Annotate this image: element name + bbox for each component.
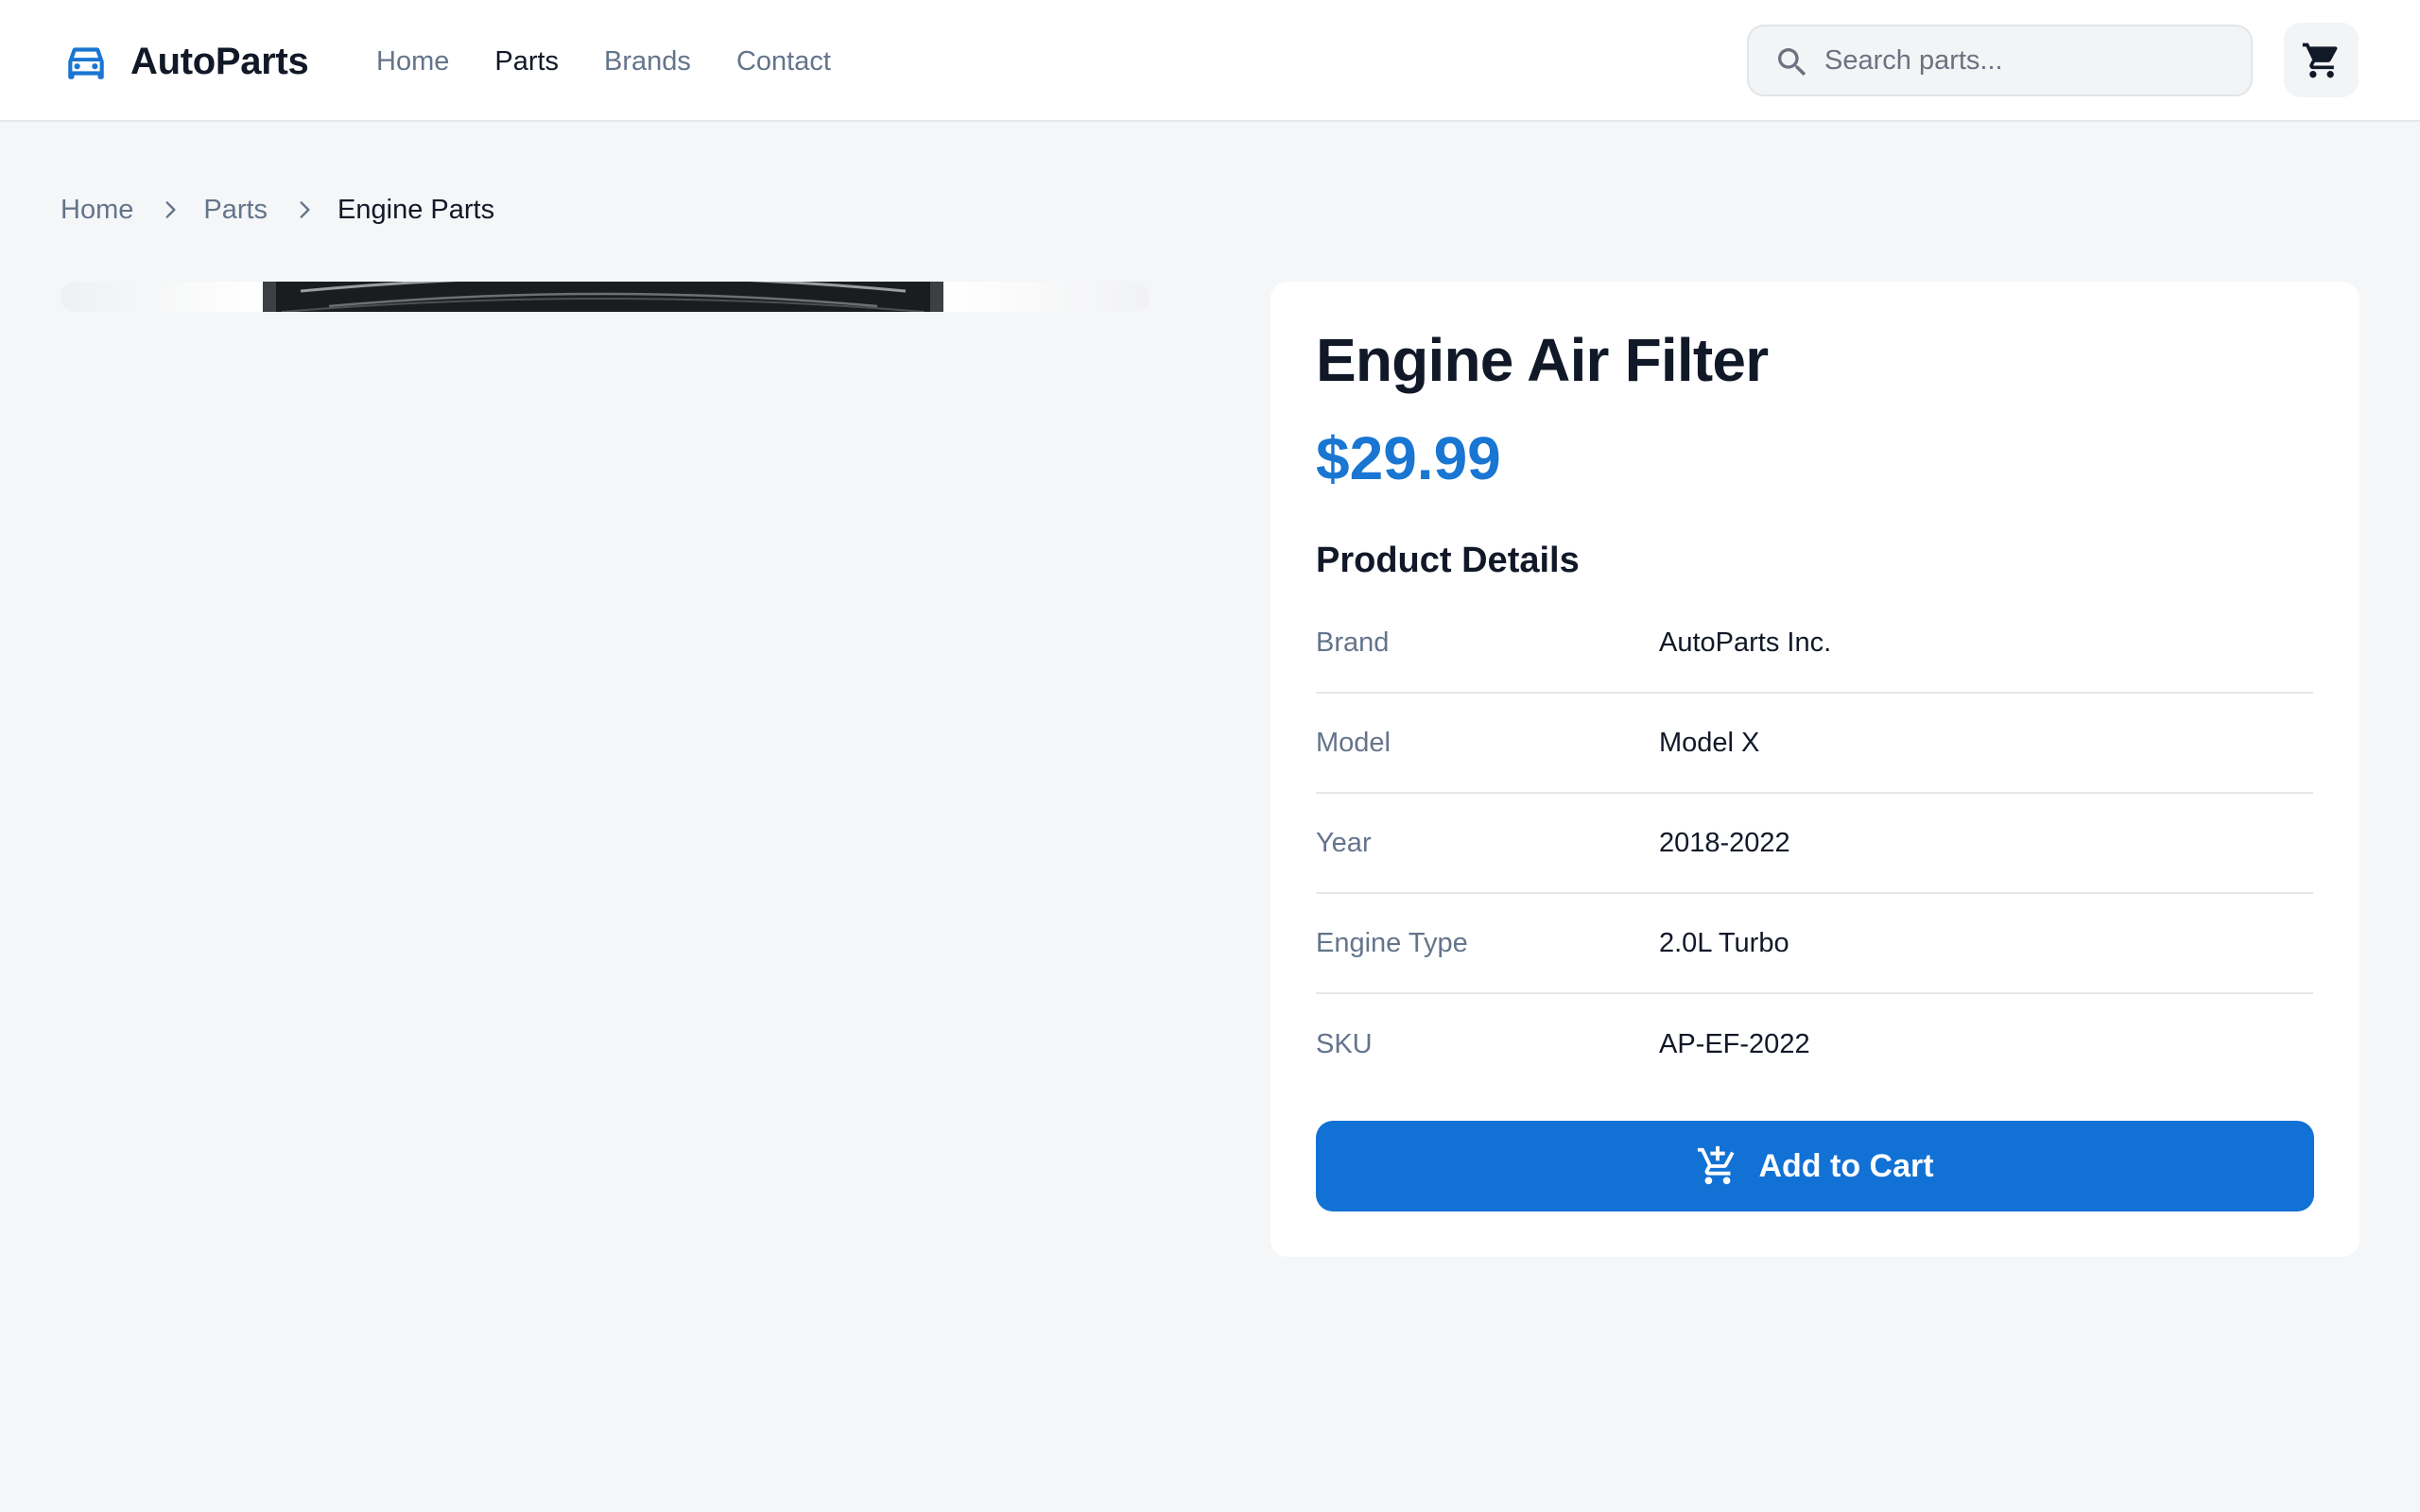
search-input[interactable] xyxy=(1824,26,2231,94)
product-image xyxy=(263,282,943,312)
top-header: AutoParts Home Parts Brands Contact xyxy=(0,0,2420,122)
details-heading: Product Details xyxy=(1316,541,1580,580)
spec-label: SKU xyxy=(1316,1028,1373,1059)
brand-logo[interactable]: AutoParts xyxy=(62,38,309,85)
nav-item-brands[interactable]: Brands xyxy=(604,46,691,77)
spec-row-brand: Brand AutoParts Inc. xyxy=(1316,593,2313,694)
spec-label: Brand xyxy=(1316,627,1390,658)
car-icon xyxy=(68,47,104,79)
product-price: $29.99 xyxy=(1316,424,1501,492)
nav-item-home[interactable]: Home xyxy=(376,46,449,77)
image-background xyxy=(60,282,263,312)
cart-button[interactable] xyxy=(2284,23,2359,97)
air-filter-image xyxy=(263,282,943,312)
product-image-card xyxy=(60,282,1150,312)
spec-label: Engine Type xyxy=(1316,927,1468,958)
spec-value: 2.0L Turbo xyxy=(1659,927,1789,958)
spec-label: Year xyxy=(1316,827,1372,858)
breadcrumb: Home Parts Engine Parts xyxy=(60,189,494,231)
breadcrumb-parts[interactable]: Parts xyxy=(203,195,268,226)
spec-value: AP-EF-2022 xyxy=(1659,1028,1810,1059)
search-icon xyxy=(1778,48,1806,77)
chevron-right-icon xyxy=(300,201,310,218)
spec-row-sku: SKU AP-EF-2022 xyxy=(1316,994,2313,1094)
spec-value: 2018-2022 xyxy=(1659,827,1790,858)
breadcrumb-home[interactable]: Home xyxy=(60,195,133,226)
spec-label: Model xyxy=(1316,727,1391,758)
add-shopping-cart-icon xyxy=(1698,1145,1736,1185)
add-to-cart-button[interactable]: Add to Cart xyxy=(1316,1121,2314,1211)
spec-row-model: Model Model X xyxy=(1316,694,2313,794)
brand-name: AutoParts xyxy=(130,40,309,82)
chevron-right-icon xyxy=(165,201,176,218)
main-nav: Home Parts Brands Contact xyxy=(376,38,876,85)
product-details-card: Engine Air Filter $29.99 Product Details… xyxy=(1270,282,2360,1257)
spec-row-engine-type: Engine Type 2.0L Turbo xyxy=(1316,894,2313,994)
breadcrumb-current: Engine Parts xyxy=(337,194,495,225)
search-box xyxy=(1747,25,2253,96)
add-to-cart-label: Add to Cart xyxy=(1758,1147,1934,1184)
spec-value: AutoParts Inc. xyxy=(1659,627,1832,658)
nav-item-contact[interactable]: Contact xyxy=(736,46,831,77)
image-background xyxy=(943,282,1150,312)
product-title: Engine Air Filter xyxy=(1316,326,1769,394)
nav-item-parts[interactable]: Parts xyxy=(494,46,559,77)
cart-icon xyxy=(2302,43,2338,77)
spec-row-year: Year 2018-2022 xyxy=(1316,794,2313,894)
spec-value: Model X xyxy=(1659,727,1760,758)
spec-table: Brand AutoParts Inc. Model Model X Year … xyxy=(1316,593,2313,1094)
